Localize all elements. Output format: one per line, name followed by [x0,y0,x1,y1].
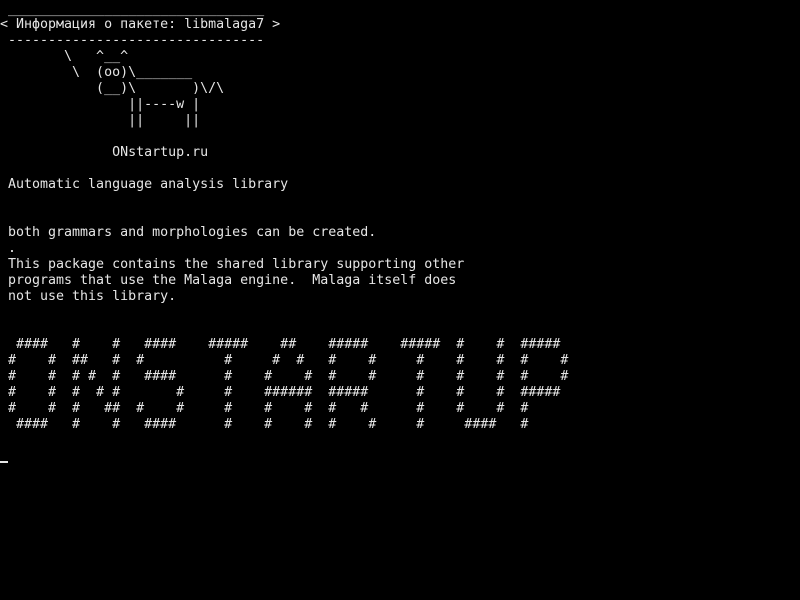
cow-art-line: (__)\ )\/\ [8,81,225,96]
banner-line: #### # # #### # # # # # # #### # [8,417,529,432]
description-line: programs that use the Malaga engine. Mal… [8,273,457,288]
banner-line: #### # # #### ##### ## ##### ##### # # #… [8,337,561,352]
cow-art-line: \ (oo)\_______ [8,65,193,80]
cow-art-line: \ ^__^ [8,49,129,64]
banner-line: # # ## # # # # # # # # # # # # [8,353,569,368]
description-line: This package contains the shared library… [8,257,465,272]
cow-art-line: ||----w | [8,97,201,112]
bubble-top-border: ________________________________ [8,2,265,17]
site-label: ONstartup.ru [8,145,209,160]
description-line: not use this library. [8,289,177,304]
description-line: both grammars and morphologies can be cr… [8,225,377,240]
banner-line: # # # # # # # ###### ##### # # # ##### [8,385,561,400]
banner-line: # # # ## # # # # # # # # # # # [8,401,529,416]
text-cursor [0,461,8,463]
package-summary: Automatic language analysis library [8,177,289,192]
terminal-screen[interactable]: ________________________________ < Инфор… [0,0,800,600]
bubble-bottom-border: -------------------------------- [8,33,265,48]
banner-line: # # # # # #### # # # # # # # # # # [8,369,569,384]
bubble-title: < Информация о пакете: libmalaga7 > [0,17,281,32]
cow-art-line: || || [8,113,201,128]
description-line: . [8,241,17,256]
